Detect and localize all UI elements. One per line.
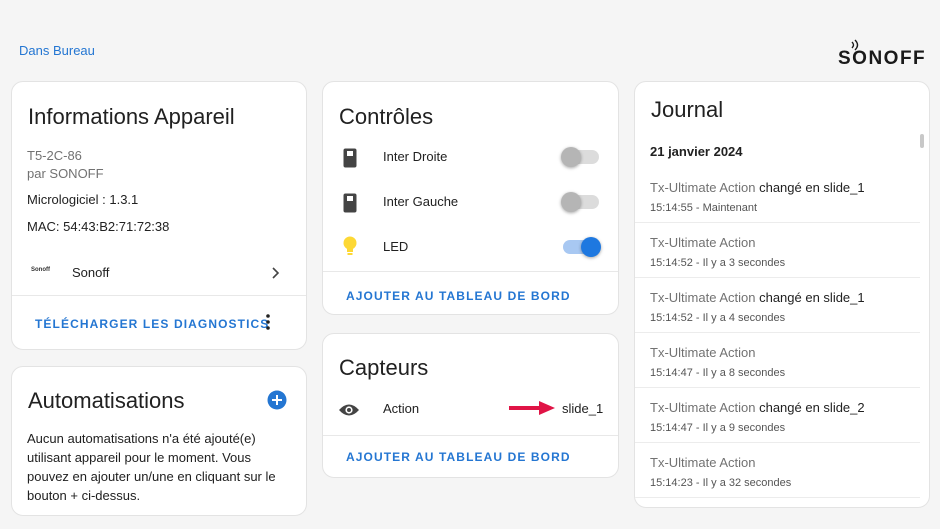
sensors-title: Capteurs xyxy=(339,355,429,380)
journal-entry[interactable]: Tx-Ultimate Action 15:14:52 - Il y a 3 s… xyxy=(635,223,920,278)
controls-title: Contrôles xyxy=(339,104,434,129)
controls-add-to-dashboard-button[interactable]: AJOUTER AU TABLEAU DE BORD xyxy=(346,289,571,303)
journal-entry-time: 15:14:52 - Il y a 4 secondes xyxy=(650,312,786,324)
add-automation-icon[interactable] xyxy=(267,390,287,410)
device-info-card: Informations Appareil T5-2C-86 par SONOF… xyxy=(11,81,307,350)
control-label-led[interactable]: LED xyxy=(383,239,408,254)
journal-entry[interactable]: Tx-Ultimate Action 15:14:47 - Il y a 8 s… xyxy=(635,333,920,388)
integration-row[interactable]: Sonoff Sonoff xyxy=(12,252,306,294)
lightbulb-icon xyxy=(343,236,357,255)
mac-address: MAC: 54:43:B2:71:72:38 xyxy=(27,219,170,234)
toggle-inter-gauche[interactable] xyxy=(561,192,599,212)
journal-entry-time: 15:14:47 - Il y a 9 secondes xyxy=(650,422,786,434)
more-vert-icon[interactable] xyxy=(264,313,272,331)
journal-entry-entity[interactable]: Tx-Ultimate Action xyxy=(650,290,755,305)
switch-icon xyxy=(343,148,357,168)
controls-card: Contrôles Inter Droite Inter Gauche LED … xyxy=(322,81,619,315)
journal-entry-entity[interactable]: Tx-Ultimate Action xyxy=(650,235,755,250)
journal-entry-time: 15:14:23 - Il y a 32 secondes xyxy=(650,477,792,489)
journal-entry-entity[interactable]: Tx-Ultimate Action xyxy=(650,455,755,470)
eye-icon xyxy=(339,404,359,416)
journal-card: Journal 21 janvier 2024 Tx-Ultimate Acti… xyxy=(634,81,930,508)
sonoff-logo: SONOFF xyxy=(838,39,926,68)
sensors-divider xyxy=(323,435,618,436)
switch-icon xyxy=(343,193,357,213)
device-info-title: Informations Appareil xyxy=(28,104,235,129)
automations-title: Automatisations xyxy=(28,388,185,413)
toggle-inter-droite[interactable] xyxy=(561,147,599,167)
arrow-right-icon xyxy=(509,401,555,415)
sensors-card: Capteurs Action slide_1 AJOUTER AU TABLE… xyxy=(322,333,619,478)
sensor-label-action[interactable]: Action xyxy=(383,401,419,416)
journal-entry-change: changé en slide_1 xyxy=(755,180,865,195)
control-label-inter-droite[interactable]: Inter Droite xyxy=(383,149,447,164)
sensor-value-action: slide_1 xyxy=(562,401,604,416)
journal-entry-entity[interactable]: Tx-Ultimate Action xyxy=(650,180,755,195)
journal-date: 21 janvier 2024 xyxy=(650,144,743,159)
area-breadcrumb-link[interactable]: Dans Bureau xyxy=(19,43,95,58)
device-manufacturer: par SONOFF xyxy=(27,166,104,181)
automations-empty-text: Aucun automatisations n'a été ajouté(e) … xyxy=(27,431,276,503)
journal-entry-time: 15:14:52 - Il y a 3 secondes xyxy=(650,257,786,269)
journal-entry-time: 15:14:47 - Il y a 8 secondes xyxy=(650,367,786,379)
journal-title: Journal xyxy=(651,97,724,122)
journal-entry-change: changé en slide_2 xyxy=(755,400,865,415)
sensors-add-to-dashboard-button[interactable]: AJOUTER AU TABLEAU DE BORD xyxy=(346,450,571,464)
controls-divider xyxy=(323,271,618,272)
toggle-led[interactable] xyxy=(563,237,601,257)
integration-label: Sonoff xyxy=(72,265,110,280)
journal-entry[interactable]: Tx-Ultimate Action changé en slide_1 15:… xyxy=(635,278,920,333)
journal-entry-time: 15:14:55 - Maintenant xyxy=(650,202,758,214)
journal-entry[interactable]: Tx-Ultimate Action changé en slide_2 15:… xyxy=(635,388,920,443)
firmware-version: Micrologiciel : 1.3.1 xyxy=(27,192,139,207)
download-diagnostics-button[interactable]: TÉLÉCHARGER LES DIAGNOSTICS xyxy=(35,317,269,331)
sonoff-integration-logo: Sonoff xyxy=(31,267,50,273)
automations-card: Automatisations Aucun automatisations n'… xyxy=(11,366,307,516)
journal-entry-entity[interactable]: Tx-Ultimate Action xyxy=(650,400,755,415)
device-model: T5-2C-86 xyxy=(27,148,82,163)
journal-entry-entity[interactable]: Tx-Ultimate Action xyxy=(650,345,755,360)
journal-scrollbar[interactable] xyxy=(920,134,924,148)
journal-entry[interactable]: Tx-Ultimate Action changé en slide_1 15:… xyxy=(635,168,920,223)
control-label-inter-gauche[interactable]: Inter Gauche xyxy=(383,194,458,209)
info-divider xyxy=(12,295,306,296)
svg-text:SONOFF: SONOFF xyxy=(838,48,926,68)
chevron-right-icon xyxy=(272,267,280,279)
journal-entry[interactable]: Tx-Ultimate Action 15:14:23 - Il y a 32 … xyxy=(635,443,920,498)
journal-entry-change: changé en slide_1 xyxy=(755,290,865,305)
